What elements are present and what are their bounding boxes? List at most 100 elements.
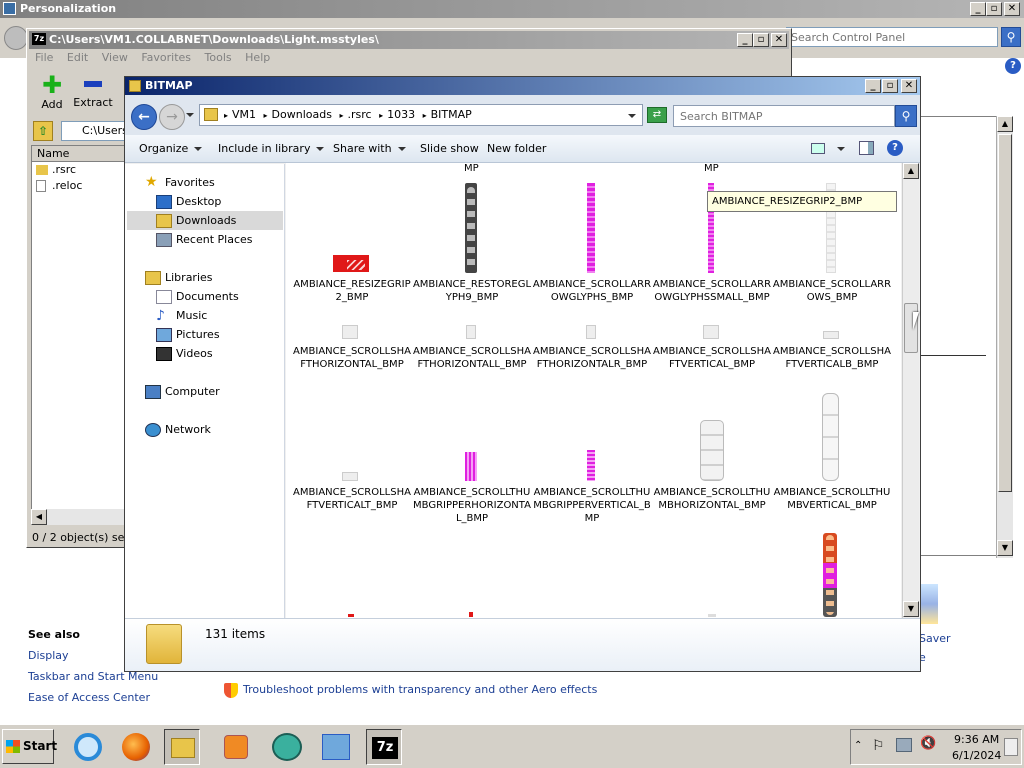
change-view-icon[interactable] (811, 143, 825, 154)
restore-glyph-thumbnail[interactable] (465, 183, 477, 273)
sevenzip-hscroll[interactable]: ◀ (31, 509, 125, 525)
file-label[interactable]: AMBIANCE_SCROLLSHAFTVERTICALT_BMP (292, 486, 412, 512)
nav-documents[interactable]: Documents (156, 288, 239, 306)
shaft-vertical-t-thumbnail[interactable] (342, 472, 358, 481)
view-dropdown-icon[interactable] (837, 147, 845, 151)
file-label[interactable]: AMBIANCE_SCROLLSHAFTHORIZONTALR_BMP (532, 345, 652, 371)
shaft-vertical-b-thumbnail[interactable] (823, 331, 839, 339)
file-label[interactable]: AMBIANCE_SCROLLSHAFTHORIZONTALL_BMP (412, 345, 532, 371)
control-panel-task-icon[interactable] (318, 729, 354, 765)
search-icon[interactable]: ⚲ (895, 105, 917, 127)
name-column-header[interactable]: Name (32, 146, 124, 162)
nav-videos[interactable]: Videos (156, 345, 213, 363)
menu-view[interactable]: View (102, 51, 128, 64)
resize-grip-thumbnail[interactable] (333, 255, 369, 272)
clock-date[interactable]: 6/1/2024 (952, 749, 1001, 762)
screen-saver-link-partial[interactable]: Saver (919, 632, 951, 645)
nav-libraries[interactable]: Libraries (145, 269, 213, 287)
thumb-vertical-thumbnail[interactable] (822, 393, 839, 481)
file-label[interactable]: AMBIANCE_RESTOREGLYPH9_BMP (412, 278, 532, 304)
forward-arrow-icon[interactable]: → (159, 104, 185, 130)
shaft-horizontal-l-thumbnail[interactable] (466, 325, 476, 339)
scroll-thumb[interactable] (998, 134, 1012, 492)
breadcrumb[interactable]: ▸ VM1 ▸ Downloads ▸ .rsrc ▸ 1033 ▸ BITMAP (199, 104, 643, 126)
personalization-vscroll[interactable]: ▲ ▼ (996, 116, 1013, 558)
file-label[interactable]: AMBIANCE_SCROLLTHUMBGRIPPERHORIZONTAL_BM… (412, 486, 532, 525)
show-hidden-icons-icon[interactable]: ⌃ (854, 740, 862, 751)
maximize-button[interactable]: ▫ (986, 2, 1002, 16)
orange-glyph-strip-thumbnail[interactable] (823, 533, 837, 617)
list-item[interactable]: .rsrc (32, 162, 124, 178)
sevenzip-close-button[interactable]: ✕ (771, 33, 787, 47)
scroll-up-arrow-icon[interactable]: ▲ (997, 116, 1013, 132)
nav-computer[interactable]: Computer (145, 383, 220, 401)
explorer-minimize-button[interactable]: _ (865, 79, 881, 93)
troubleshoot-aero-link[interactable]: Troubleshoot problems with transparency … (243, 683, 597, 696)
file-label[interactable]: AMBIANCE_SCROLLSHAFTVERTICALB_BMP (772, 345, 892, 371)
search-icon[interactable]: ⚲ (1001, 27, 1021, 47)
up-folder-icon[interactable]: ⇧ (33, 121, 53, 141)
file-label[interactable]: AMBIANCE_SCROLLARROWGLYPHSSMALL_BMP (652, 278, 772, 304)
explorer-close-button[interactable]: ✕ (901, 79, 917, 93)
nav-favorites[interactable]: ★ Favorites (145, 174, 215, 192)
breadcrumb-item[interactable]: Downloads (272, 108, 332, 121)
firefox-icon[interactable] (118, 729, 154, 765)
thumb-horizontal-thumbnail[interactable] (700, 420, 724, 481)
organize-button[interactable]: Organize (139, 135, 203, 163)
back-arrow-icon[interactable]: ← (131, 104, 157, 130)
extract-button[interactable]: Extract (71, 75, 115, 111)
file-label[interactable]: AMBIANCE_SCROLLTHUMBVERTICAL_BMP (772, 486, 892, 512)
media-player-icon[interactable] (218, 729, 254, 765)
search-bitmap-input[interactable] (673, 105, 895, 127)
menu-tools[interactable]: Tools (205, 51, 232, 64)
history-dropdown-icon[interactable] (186, 113, 194, 117)
partial-thumbnail-red[interactable] (348, 614, 354, 617)
scroll-arrow-glyphs-thumbnail[interactable] (587, 183, 595, 273)
display-link[interactable]: Display (28, 649, 69, 662)
list-item[interactable]: .reloc (32, 178, 124, 194)
partial-thumbnail-gray[interactable] (708, 614, 716, 617)
address-dropdown-icon[interactable] (628, 114, 636, 118)
close-button[interactable]: ✕ (1004, 2, 1020, 16)
internet-explorer-icon[interactable] (70, 729, 106, 765)
nav-downloads[interactable]: Downloads (156, 212, 236, 230)
preview-pane-icon[interactable] (859, 141, 874, 155)
file-label[interactable]: AMBIANCE_SCROLLTHUMBHORIZONTAL_BMP (652, 486, 772, 512)
show-desktop-button[interactable] (1004, 738, 1018, 756)
volume-muted-icon[interactable]: 🔇 (920, 736, 936, 751)
thumb-gripper-vertical-thumbnail[interactable] (587, 450, 595, 481)
breadcrumb-item[interactable]: BITMAP (431, 108, 472, 121)
file-label[interactable]: AMBIANCE_SCROLLTHUMBGRIPPERVERTICAL_BMP (532, 486, 652, 525)
ease-of-access-link[interactable]: Ease of Access Center (28, 691, 150, 704)
nav-recent-places[interactable]: Recent Places (156, 231, 253, 249)
clock-time[interactable]: 9:36 AM (954, 733, 999, 746)
nav-music[interactable]: ♪ Music (156, 307, 207, 325)
file-label[interactable]: AMBIANCE_SCROLLARROWS_BMP (772, 278, 892, 304)
scroll-down-arrow-icon[interactable]: ▼ (997, 540, 1013, 556)
sevenzip-maximize-button[interactable]: ▫ (753, 33, 769, 47)
file-label[interactable]: AMBIANCE_SCROLLSHAFTHORIZONTAL_BMP (292, 345, 412, 371)
slide-show-button[interactable]: Slide show (420, 135, 479, 163)
start-button[interactable]: Start (2, 729, 57, 764)
nav-network[interactable]: Network (145, 421, 211, 439)
partial-thumbnail-red[interactable] (469, 612, 473, 617)
menu-help[interactable]: Help (245, 51, 270, 64)
breadcrumb-item[interactable]: VM1 (232, 108, 256, 121)
minimize-button[interactable]: _ (970, 2, 986, 16)
new-folder-button[interactable]: New folder (487, 135, 546, 163)
menu-file[interactable]: File (35, 51, 53, 64)
app-teal-icon[interactable] (266, 729, 310, 765)
include-in-library-button[interactable]: Include in library (218, 135, 325, 163)
help-icon[interactable]: ? (1005, 58, 1021, 74)
back-circle-icon[interactable] (4, 26, 28, 50)
shaft-horizontal-r-thumbnail[interactable] (586, 325, 596, 339)
flag-icon[interactable]: ⚐ (872, 738, 885, 754)
file-label[interactable]: AMBIANCE_RESIZEGRIP2_BMP (292, 278, 412, 304)
nav-pictures[interactable]: Pictures (156, 326, 220, 344)
refresh-icon[interactable]: ⇄ (647, 107, 667, 123)
nav-desktop[interactable]: Desktop (156, 193, 221, 211)
sevenzip-task-icon[interactable]: 7z (366, 729, 402, 765)
breadcrumb-item[interactable]: 1033 (387, 108, 415, 121)
file-label[interactable]: AMBIANCE_SCROLLSHAFTVERTICAL_BMP (652, 345, 772, 371)
search-control-panel-input[interactable] (786, 27, 998, 47)
